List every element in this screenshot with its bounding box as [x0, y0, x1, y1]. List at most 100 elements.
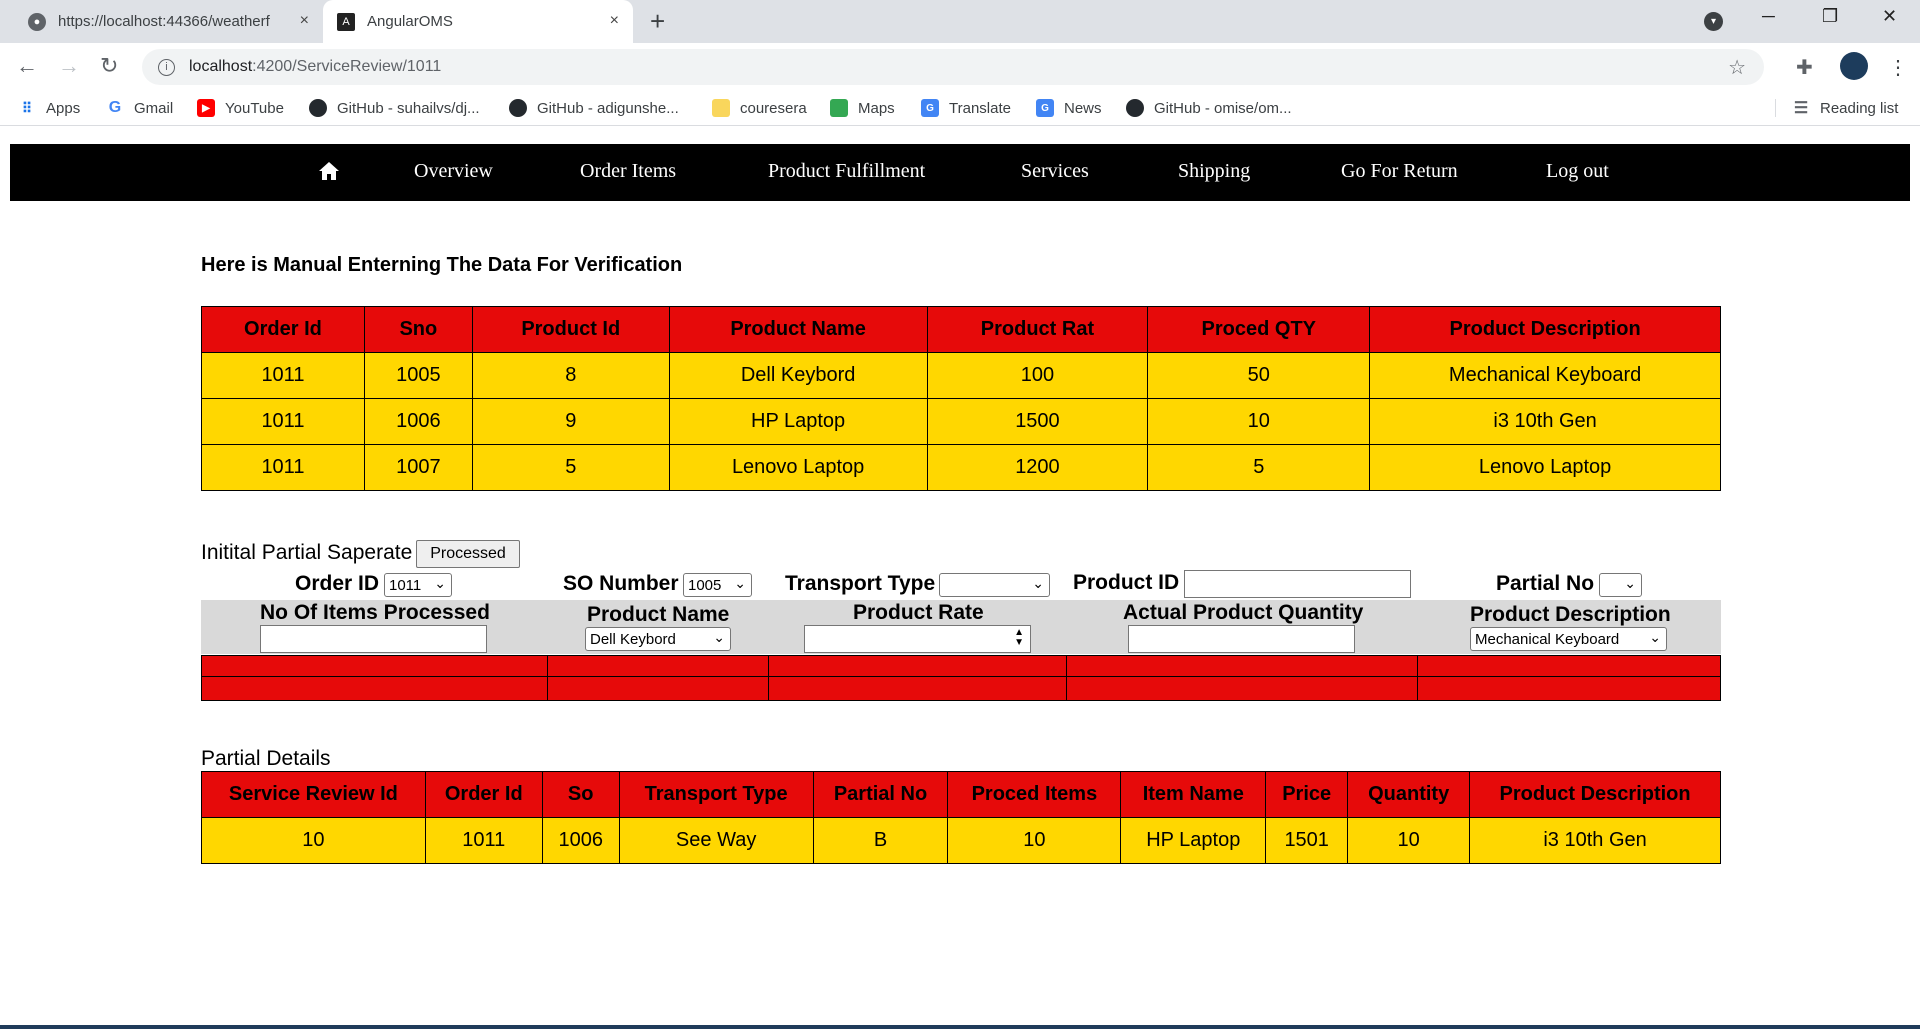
table-cell: 1005	[363, 352, 473, 399]
transport-type-select[interactable]: ⌄	[939, 573, 1050, 597]
reload-icon[interactable]: ↻	[100, 53, 118, 79]
table-cell: 1006	[363, 398, 473, 445]
table-cell: 1011	[201, 444, 365, 491]
chevron-down-icon: ⌄	[734, 575, 746, 591]
so-number-label: SO Number	[563, 572, 679, 595]
bookmark-couresera[interactable]: couresera	[712, 99, 807, 117]
column-header: Product Description	[1369, 306, 1721, 353]
table-cell: Mechanical Keyboard	[1369, 352, 1721, 399]
nav-overview[interactable]: Overview	[414, 160, 493, 183]
select-value: 1005	[688, 576, 722, 594]
back-icon[interactable]: ←	[16, 53, 38, 79]
table-cell: 1007	[363, 444, 473, 491]
bookmark-youtube[interactable]: ▶ YouTube	[197, 99, 284, 117]
reading-list-label: Reading list	[1820, 99, 1899, 117]
maps-icon	[830, 99, 848, 117]
home-icon[interactable]	[318, 161, 340, 181]
column-header: Service Review Id	[201, 771, 426, 818]
table-cell: 10	[947, 817, 1122, 864]
order-id-select[interactable]: 1011 ⌄	[384, 573, 452, 597]
nav-go-for-return[interactable]: Go For Return	[1341, 160, 1458, 183]
chevron-down-icon: ⌄	[713, 629, 725, 645]
processed-button[interactable]: Processed	[416, 540, 520, 568]
nav-shipping[interactable]: Shipping	[1178, 160, 1250, 183]
column-header: Quantity	[1347, 771, 1471, 818]
bookmark-github-suhailvs[interactable]: GitHub - suhailvs/dj...	[309, 99, 480, 117]
profile-avatar[interactable]	[1840, 52, 1868, 80]
bookmark-github-omise[interactable]: GitHub - omise/om...	[1126, 99, 1292, 117]
bookmark-star-icon[interactable]: ☆	[1728, 55, 1746, 80]
window-close-icon[interactable]: ✕	[1882, 6, 1897, 27]
column-header: Product Rat	[926, 306, 1149, 353]
column-header: Product Description	[1469, 771, 1721, 818]
bookmark-label: GitHub - suhailvs/dj...	[337, 99, 480, 117]
restore-icon[interactable]: ❐	[1822, 6, 1838, 27]
nav-order-items[interactable]: Order Items	[580, 160, 676, 183]
table-cell: 50	[1147, 352, 1371, 399]
bookmarks-bar: ⠿ Apps G Gmail ▶ YouTube GitHub - suhail…	[0, 91, 1920, 126]
globe-icon: ●	[28, 12, 46, 31]
table-cell: 100	[926, 352, 1149, 399]
browser-tab-angularoms[interactable]: A AngularOMS ×	[323, 0, 633, 43]
nav-log-out[interactable]: Log out	[1546, 160, 1609, 183]
spinner-icon[interactable]: ▲ ▼	[1014, 628, 1024, 648]
site-info-icon[interactable]: i	[158, 58, 175, 76]
nav-product-fulfillment[interactable]: Product Fulfillment	[768, 160, 925, 183]
extensions-icon[interactable]: ✚	[1796, 55, 1813, 80]
product-rate-input[interactable]: ▲ ▼	[804, 625, 1031, 653]
bookmark-label: Gmail	[134, 99, 174, 117]
so-number-select[interactable]: 1005 ⌄	[683, 573, 752, 597]
menu-icon[interactable]: ⋮	[1888, 55, 1908, 80]
table-cell: 9	[471, 398, 670, 445]
select-value: Mechanical Keyboard	[1475, 630, 1620, 648]
table-cell: HP Laptop	[1120, 817, 1267, 864]
url-field[interactable]: i localhost:4200/ServiceReview/1011 ☆	[142, 49, 1764, 85]
reading-list[interactable]: ☰ Reading list	[1775, 99, 1898, 117]
close-tab-icon[interactable]: ×	[300, 12, 309, 30]
column-header: Product Name	[668, 306, 928, 353]
table-row: 10 1011 1006 See Way B 10 HP Laptop 1501…	[201, 817, 1721, 864]
nav-services[interactable]: Services	[1021, 160, 1089, 183]
items-processed-input[interactable]	[260, 625, 487, 653]
table-cell: 1200	[926, 444, 1149, 491]
select-value: 1011	[389, 576, 422, 594]
items-processed-label: No Of Items Processed	[260, 601, 490, 624]
chevron-down-icon: ⌄	[1624, 575, 1636, 591]
bookmark-news[interactable]: G News	[1036, 99, 1102, 117]
partial-no-label: Partial No	[1496, 572, 1595, 595]
column-header: Order Id	[201, 306, 365, 353]
close-tab-icon[interactable]: ×	[610, 12, 619, 30]
table-cell: HP Laptop	[668, 398, 928, 445]
github-icon	[509, 99, 527, 117]
partial-details-table: Service Review Id Order Id So Transport …	[201, 771, 1721, 864]
table-cell: 1006	[541, 817, 620, 864]
forward-icon[interactable]: →	[58, 53, 80, 79]
reading-list-icon: ☰	[1793, 100, 1809, 117]
new-tab-icon[interactable]: +	[650, 6, 665, 37]
bookmark-gmail[interactable]: G Gmail	[106, 99, 173, 117]
bookmark-label: GitHub - adigunshe...	[537, 99, 679, 117]
table-cell: 1500	[926, 398, 1149, 445]
actual-quantity-input[interactable]	[1128, 625, 1355, 653]
url-host: localhost	[189, 58, 253, 75]
bookmark-maps[interactable]: Maps	[830, 99, 895, 117]
table-cell: i3 10th Gen	[1369, 398, 1721, 445]
transport-type-label: Transport Type	[785, 572, 936, 595]
bookmark-apps[interactable]: ⠿ Apps	[18, 99, 80, 117]
column-header: Item Name	[1120, 771, 1267, 818]
table-row: 1011 1007 5 Lenovo Laptop 1200 5 Lenovo …	[201, 444, 1721, 491]
browser-tab-bar: ● https://localhost:44366/weatherf × A A…	[0, 0, 1920, 43]
table-cell: 1501	[1265, 817, 1349, 864]
minimize-icon[interactable]: ─	[1762, 6, 1775, 27]
table-cell: 1011	[201, 398, 365, 445]
youtube-icon: ▶	[197, 99, 215, 117]
column-header: Proced QTY	[1147, 306, 1371, 353]
product-name-select[interactable]: Dell Keybord ⌄	[585, 627, 731, 651]
bookmark-translate[interactable]: G Translate	[921, 99, 1011, 117]
tab-search-icon[interactable]: ▾	[1704, 12, 1723, 31]
product-id-input[interactable]	[1184, 570, 1411, 598]
product-description-select[interactable]: Mechanical Keyboard ⌄	[1470, 627, 1667, 651]
partial-no-select[interactable]: ⌄	[1599, 573, 1642, 597]
browser-tab-weather[interactable]: ● https://localhost:44366/weatherf ×	[8, 0, 323, 43]
bookmark-github-adigunshe[interactable]: GitHub - adigunshe...	[509, 99, 679, 117]
